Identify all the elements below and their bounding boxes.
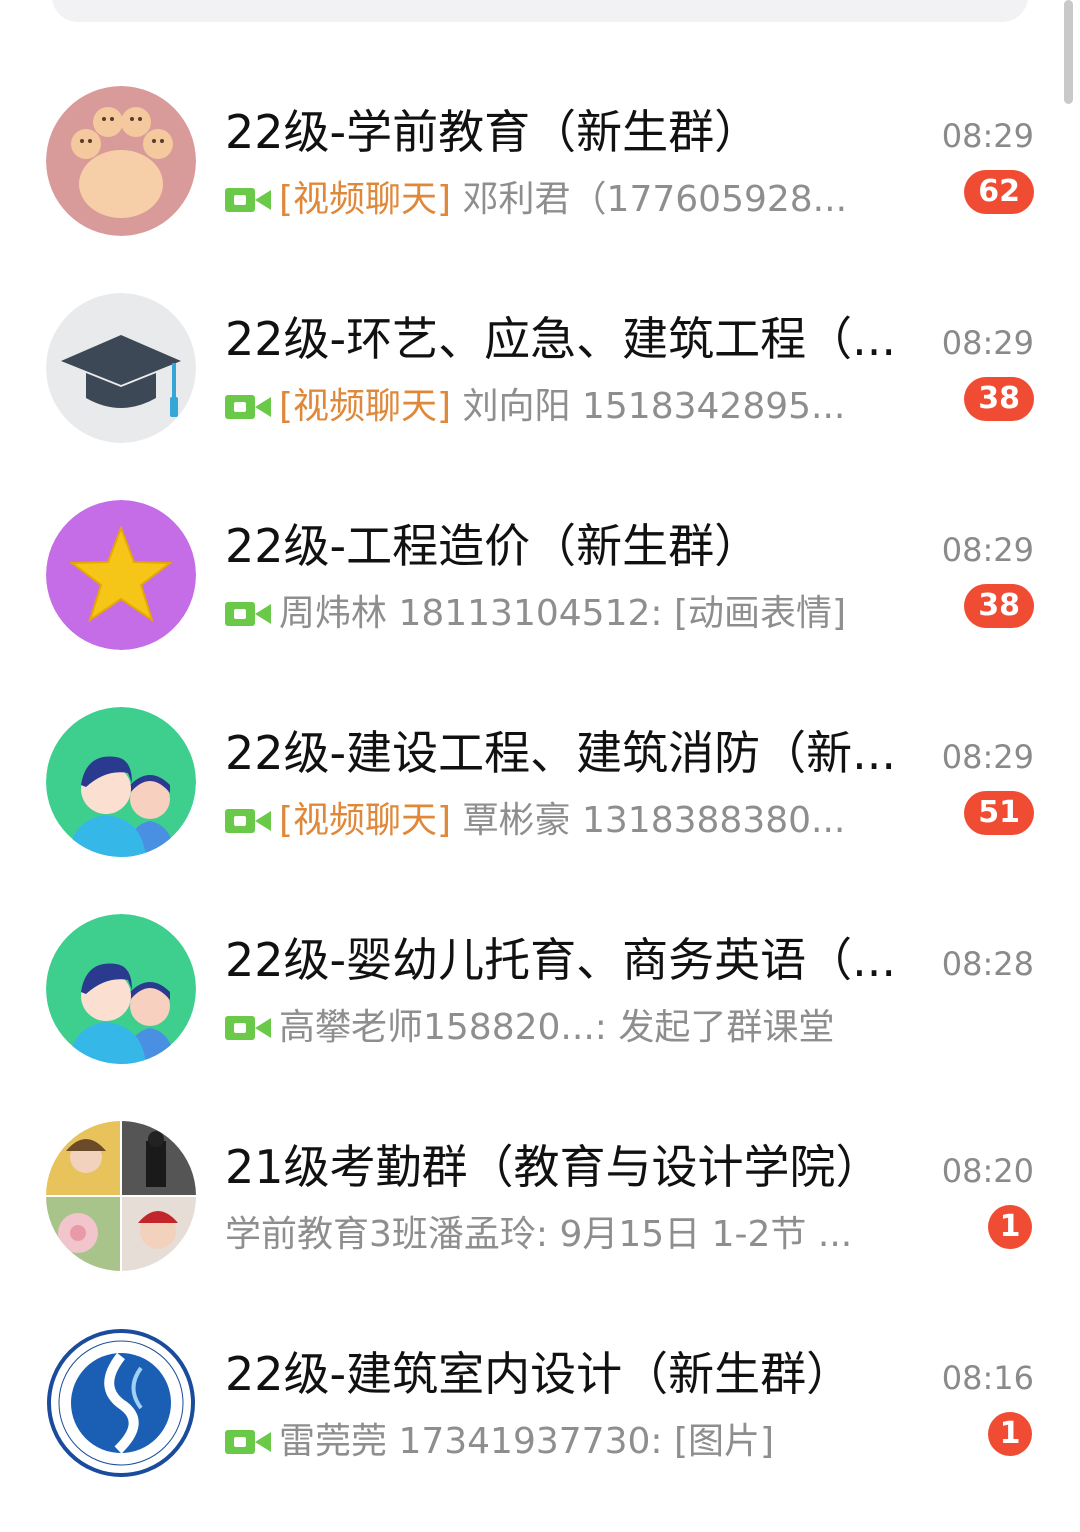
- chat-item[interactable]: 22级-建设工程、建筑消防（新... 08:29 [视频聊天] 覃彬豪 1318…: [0, 621, 1080, 857]
- chat-title: 22级-工程造价（新生群）: [225, 519, 761, 573]
- chat-title: 22级-学前教育（新生群）: [225, 105, 761, 159]
- chat-time: 08:29: [941, 324, 1034, 362]
- chat-preview: 雷莞莞 17341937730: [图片]: [225, 1414, 895, 1470]
- chat-time: 08:28: [941, 945, 1034, 983]
- college-logo-avatar: [46, 1328, 196, 1478]
- chat-title: 22级-建设工程、建筑消防（新...: [225, 726, 896, 780]
- chat-item[interactable]: 22级-婴幼儿托育、商务英语（... 08:28 高攀老师158820...: …: [0, 828, 1080, 1064]
- chat-item[interactable]: 21级考勤群（教育与设计学院） 08:20 学前教育3班潘孟玲: 9月15日 1…: [0, 1035, 1080, 1271]
- chat-time: 08:29: [941, 531, 1034, 569]
- unread-badge: 1: [988, 1412, 1032, 1456]
- chat-title: 22级-建筑室内设计（新生群）: [225, 1347, 853, 1401]
- chat-time: 08:29: [941, 738, 1034, 776]
- chat-item[interactable]: 22级-工程造价（新生群） 08:29 周炜林 18113104512: [动画…: [0, 414, 1080, 650]
- chat-time: 08:20: [941, 1152, 1034, 1190]
- chat-item[interactable]: 22级-环艺、应急、建筑工程（... 08:29 [视频聊天] 刘向阳 1518…: [0, 207, 1080, 443]
- chat-time: 08:29: [941, 117, 1034, 155]
- chat-time: 08:16: [941, 1359, 1034, 1397]
- chat-title: 22级-环艺、应急、建筑工程（...: [225, 312, 896, 366]
- preview-text: 雷莞莞 17341937730: [图片]: [279, 1421, 775, 1462]
- chat-item[interactable]: 22级-建筑室内设计（新生群） 08:16 雷莞莞 17341937730: […: [0, 1242, 1080, 1478]
- chat-item[interactable]: 22级-学前教育（新生群） 08:29 [视频聊天] 邓利君（177605928…: [0, 0, 1080, 236]
- chat-title: 21级考勤群（教育与设计学院）: [225, 1140, 882, 1194]
- video-camera-icon: [225, 1430, 271, 1454]
- chat-title: 22级-婴幼儿托育、商务英语（...: [225, 933, 896, 987]
